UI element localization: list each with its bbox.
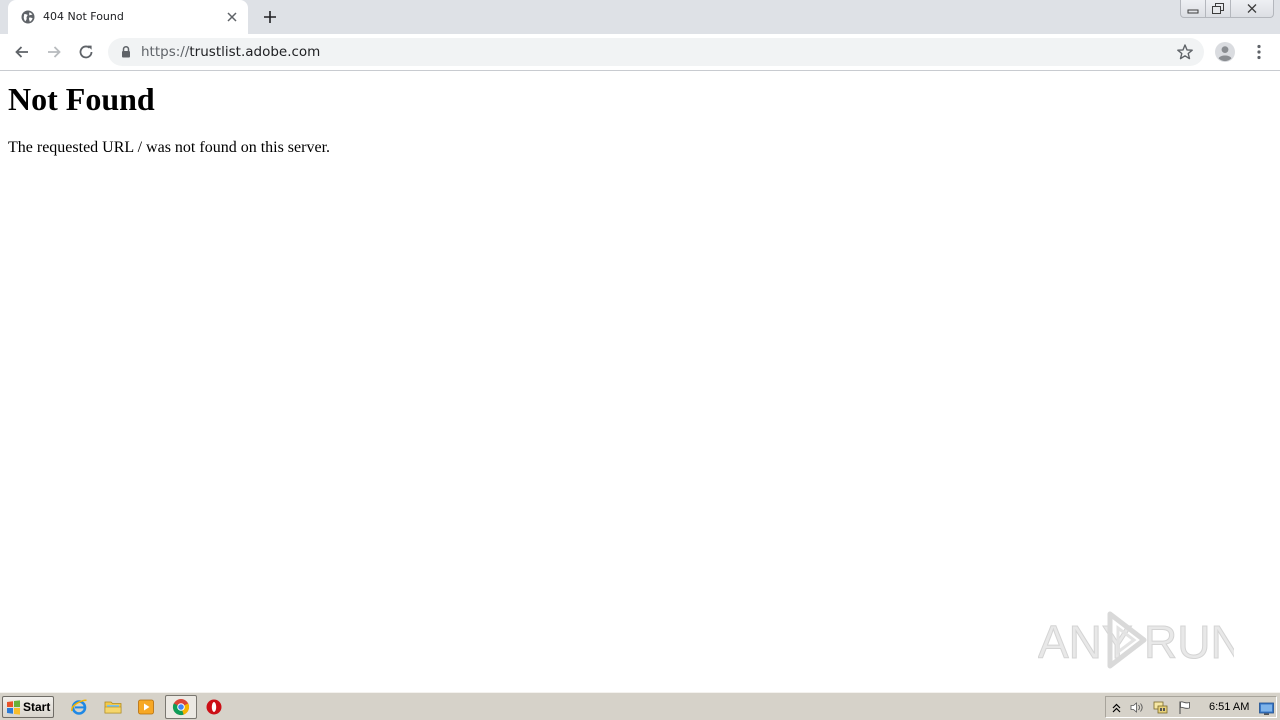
chevron-up-icon[interactable] (1109, 700, 1124, 715)
close-icon[interactable] (225, 10, 239, 24)
address-bar[interactable]: https://trustlist.adobe.com (108, 38, 1204, 66)
plus-icon[interactable] (262, 9, 278, 25)
browser-tabstrip: 404 Not Found (0, 0, 1280, 34)
lock-icon[interactable] (120, 45, 132, 59)
windows-logo-icon (7, 700, 20, 715)
restore-button[interactable] (1205, 0, 1231, 18)
close-icon (1247, 4, 1257, 13)
star-icon[interactable] (1176, 43, 1194, 61)
anyrun-watermark: ANY RUN (1038, 611, 1234, 669)
chrome-icon (172, 699, 190, 716)
error-message: The requested URL / was not found on thi… (8, 139, 331, 156)
system-tray: 6:51 AM (1105, 696, 1277, 718)
file-explorer-icon[interactable] (104, 698, 122, 716)
kebab-menu-icon[interactable] (1250, 43, 1268, 61)
globe-icon (21, 10, 35, 24)
action-center-flag-icon[interactable] (1177, 700, 1192, 715)
profile-icon[interactable] (1215, 42, 1235, 62)
minimize-button[interactable] (1180, 0, 1206, 18)
page-content: Not Found The requested URL / was not fo… (0, 72, 1280, 692)
watermark-right: RUN (1144, 616, 1234, 668)
minimize-icon (1187, 9, 1199, 13)
browser-tab[interactable]: 404 Not Found (8, 0, 248, 34)
url-host: trustlist.adobe.com (189, 44, 321, 60)
volume-icon[interactable] (1129, 700, 1144, 715)
start-button[interactable]: Start (2, 696, 54, 718)
taskbar-clock[interactable]: 6:51 AM (1209, 701, 1249, 713)
show-desktop-icon[interactable] (1259, 701, 1274, 716)
start-label: Start (23, 700, 51, 714)
window-controls (1180, 0, 1274, 18)
media-player-icon[interactable] (137, 698, 155, 716)
reload-icon[interactable] (77, 43, 95, 61)
arrow-left-icon[interactable] (13, 43, 31, 61)
tab-title: 404 Not Found (43, 10, 124, 23)
taskbar-chrome-button[interactable] (165, 695, 197, 719)
url-scheme: https:// (141, 44, 190, 60)
network-icon[interactable] (1153, 700, 1168, 715)
opera-icon[interactable] (205, 698, 223, 716)
internet-explorer-icon[interactable] (70, 698, 88, 716)
url-text[interactable]: https://trustlist.adobe.com (141, 44, 320, 60)
browser-toolbar: https://trustlist.adobe.com (0, 34, 1280, 71)
page-title: Not Found (8, 81, 155, 117)
arrow-right-icon[interactable] (45, 43, 63, 61)
restore-icon (1212, 2, 1224, 14)
taskbar: Start 6:51 AM (0, 692, 1280, 720)
window-close-button[interactable] (1230, 0, 1274, 18)
